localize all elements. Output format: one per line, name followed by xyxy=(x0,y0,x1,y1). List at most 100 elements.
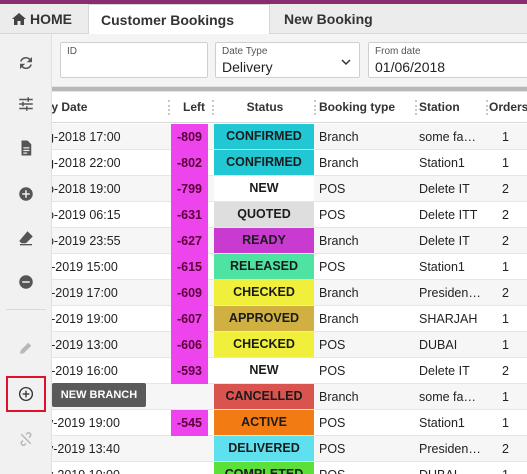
cell-booking-type: POS xyxy=(319,208,346,222)
columns-settings-button[interactable] xyxy=(8,87,44,121)
cell-booking-type: Branch xyxy=(319,312,359,326)
cell-orders: 1 xyxy=(502,260,509,274)
date-type-value: Delivery xyxy=(222,59,273,75)
cell-orders: 2 xyxy=(502,364,509,378)
cell-delivery-date: ar-2019 13:00 xyxy=(52,338,118,352)
column-header-delivery-date[interactable]: ery Date xyxy=(52,92,170,123)
cell-station: DUBAI xyxy=(419,462,483,474)
new-branch-tooltip: NEW BRANCH xyxy=(52,383,146,407)
cell-status: CHECKED xyxy=(214,332,314,357)
cell-orders: 1 xyxy=(502,390,509,404)
cell-delivery-date: ar-2019 16:00 xyxy=(52,364,118,378)
sliders-icon xyxy=(19,97,33,111)
column-header-station[interactable]: Station xyxy=(419,92,488,123)
cell-status: RELEASED xyxy=(214,254,314,279)
column-header-booking-type[interactable]: Booking type xyxy=(319,92,417,123)
table-row[interactable]: ar-2019 17:00 -609CHECKED Branch Presiden… 2 xyxy=(52,280,527,306)
table-row[interactable]: ep-2018 19:00 -799NEW POS Delete IT 2 xyxy=(52,176,527,202)
cell-status: NEW xyxy=(214,358,314,383)
table-row[interactable]: ay-2019 19:00 -545ACTIVE POS Station1 1 xyxy=(52,410,527,436)
table-row[interactable]: ug-2018 22:00 -802CONFIRMED Branch Station1… xyxy=(52,150,527,176)
from-date-field[interactable]: From date 01/06/2018 xyxy=(368,42,527,78)
table-row[interactable]: ar-2019 13:00 -606CHECKED POS DUBAI 1 xyxy=(52,332,527,358)
table-row[interactable]: ar-2019 16:00 -593NEW POS Delete IT 2 xyxy=(52,358,527,384)
add-circle-icon xyxy=(19,187,33,201)
cell-booking-type: POS xyxy=(319,442,346,456)
tab-home-label: HOME xyxy=(30,11,72,27)
cell-delivery-date: ar-2019 17:00 xyxy=(52,286,118,300)
bookings-grid: ery Date Left Status Booking type Statio… xyxy=(52,92,527,474)
table-row[interactable]: ar-2019 19:00 -607APPROVED Branch SHARJAH 1 xyxy=(52,306,527,332)
export-document-button[interactable] xyxy=(8,131,44,165)
new-branch-button[interactable] xyxy=(6,376,46,412)
cell-left: -799 xyxy=(171,176,208,202)
cell-station: Delete IT xyxy=(419,234,470,248)
home-icon xyxy=(12,13,26,25)
cell-station: Presiden… xyxy=(419,442,481,456)
clear-button[interactable] xyxy=(8,221,44,255)
cell-status: QUOTED xyxy=(214,202,314,227)
cell-booking-type: Branch xyxy=(319,390,359,404)
cell-booking-type: POS xyxy=(319,182,346,196)
column-resize-handle[interactable] xyxy=(486,100,488,115)
cell-left xyxy=(171,462,208,474)
column-resize-handle[interactable] xyxy=(314,100,316,115)
cell-delivery-date: ug-2018 22:00 xyxy=(52,156,121,170)
scrollbar-thumb[interactable] xyxy=(52,87,527,91)
date-type-select[interactable]: Date Type Delivery xyxy=(215,42,360,78)
remove-button[interactable] xyxy=(8,265,44,299)
tab-new-booking-label: New Booking xyxy=(284,11,373,27)
cell-status: CONFIRMED xyxy=(214,124,314,149)
cell-station: some fa… xyxy=(419,130,476,144)
table-row[interactable]: ay-2019 10:00 COMPLETED POS DUBAI 1 xyxy=(52,462,527,474)
cell-left: -593 xyxy=(171,358,208,384)
cell-left: -802 xyxy=(171,150,208,176)
column-header-orders[interactable]: Orders xyxy=(489,92,527,123)
cell-left: -627 xyxy=(171,228,208,254)
column-header-status[interactable]: Status xyxy=(214,92,316,123)
cell-booking-type: POS xyxy=(319,416,346,430)
column-resize-handle[interactable] xyxy=(415,100,417,115)
cell-station: Delete IT xyxy=(419,364,470,378)
column-header-left[interactable]: Left xyxy=(171,92,214,123)
cell-orders: 1 xyxy=(502,462,524,474)
cell-delivery-date: ep-2018 19:00 xyxy=(52,182,121,196)
cell-delivery-date: ay-2019 10:00 xyxy=(52,462,170,474)
table-row[interactable]: ar-2019 15:00 -615RELEASED POS Station1 1 xyxy=(52,254,527,280)
cell-left: -606 xyxy=(171,332,208,358)
column-header-label: Status xyxy=(246,100,284,114)
cell-status: NEW xyxy=(214,176,314,201)
edit-button[interactable] xyxy=(8,331,44,365)
from-date-label: From date xyxy=(375,46,421,57)
cell-left: -545 xyxy=(171,410,208,436)
add-button[interactable] xyxy=(8,177,44,211)
cell-station: some fa… xyxy=(419,390,476,404)
cell-left: -631 xyxy=(171,202,208,228)
tab-new-booking[interactable]: New Booking xyxy=(272,4,442,34)
unlink-button[interactable] xyxy=(8,422,44,456)
cell-orders: 2 xyxy=(502,442,509,456)
id-field[interactable]: ID xyxy=(60,42,208,78)
table-row[interactable]: eb-2019 06:15 -631QUOTED POS Delete ITT 2 xyxy=(52,202,527,228)
cell-orders: 2 xyxy=(502,182,509,196)
unlink-icon xyxy=(20,432,32,446)
refresh-button[interactable] xyxy=(8,46,44,80)
cell-orders: 1 xyxy=(502,312,509,326)
cell-booking-type: Branch xyxy=(319,234,359,248)
tab-customer-bookings-label: Customer Bookings xyxy=(101,12,235,28)
cell-station: Station1 xyxy=(419,156,465,170)
table-row[interactable]: ay-2019 13:40 DELIVERED POS Presiden… 2 xyxy=(52,436,527,462)
table-row[interactable]: ug-2018 17:00 -809CONFIRMED Branch some fa…… xyxy=(52,124,527,150)
document-icon xyxy=(21,140,32,156)
cell-booking-type: POS xyxy=(319,260,346,274)
cell-orders: 1 xyxy=(502,156,509,170)
cell-left: -809 xyxy=(171,124,208,150)
column-resize-handle[interactable] xyxy=(168,100,170,115)
cell-status: APPROVED xyxy=(214,306,314,331)
table-row[interactable]: eb-2019 23:55 -627READY Branch Delete IT 2 xyxy=(52,228,527,254)
tab-customer-bookings[interactable]: Customer Bookings xyxy=(88,4,270,35)
cell-station: Station1 xyxy=(419,416,465,430)
cell-delivery-date: eb-2019 23:55 xyxy=(52,234,121,248)
tab-home[interactable]: HOME xyxy=(0,4,86,34)
cell-orders: 2 xyxy=(502,234,509,248)
